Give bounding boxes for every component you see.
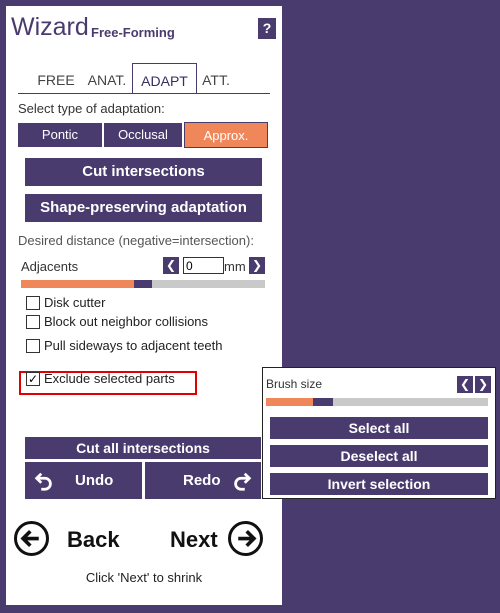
brush-size-slider[interactable] bbox=[266, 398, 488, 406]
tab-anat[interactable]: ANAT. bbox=[84, 66, 130, 92]
brush-slider-handle[interactable] bbox=[313, 398, 333, 406]
back-button[interactable]: Back bbox=[12, 518, 122, 560]
redo-button[interactable]: Redo bbox=[145, 462, 261, 499]
wizard-panel: Wizard Free-Forming ? FREE ANAT. ADAPT A… bbox=[6, 6, 282, 605]
adaptation-prompt: Select type of adaptation: bbox=[18, 101, 165, 116]
brush-size-label: Brush size bbox=[266, 377, 323, 391]
tab-att[interactable]: ATT. bbox=[199, 66, 233, 92]
occlusal-button[interactable]: Occlusal bbox=[104, 123, 182, 147]
approx-button[interactable]: Approx. bbox=[184, 122, 268, 148]
next-button[interactable]: Next bbox=[166, 518, 276, 560]
undo-button[interactable]: Undo bbox=[25, 462, 142, 499]
wizard-title: Wizard bbox=[11, 13, 89, 41]
pull-sideways-label: Pull sideways to adjacent teeth bbox=[44, 338, 223, 353]
distance-slider[interactable] bbox=[21, 280, 265, 288]
next-label: Next bbox=[170, 527, 218, 552]
invert-selection-button[interactable]: Invert selection bbox=[270, 473, 488, 495]
tab-divider bbox=[18, 93, 270, 94]
distance-unit: mm bbox=[224, 259, 246, 274]
distance-increase-button[interactable]: ❯ bbox=[249, 257, 265, 274]
block-out-checkbox[interactable] bbox=[26, 315, 40, 329]
selection-popup: Brush size ❮ ❯ Select all Deselect all I… bbox=[262, 367, 496, 499]
chevron-right-icon: ❯ bbox=[477, 377, 489, 391]
exclude-parts-label: Exclude selected parts bbox=[44, 371, 175, 386]
shape-preserving-button[interactable]: Shape-preserving adaptation bbox=[25, 194, 262, 222]
chevron-left-icon: ❮ bbox=[165, 258, 177, 272]
chevron-right-icon: ❯ bbox=[251, 258, 263, 272]
exclude-parts-checkbox[interactable]: ✓ bbox=[26, 372, 40, 386]
slider-handle[interactable] bbox=[134, 280, 152, 288]
disk-cutter-checkbox[interactable] bbox=[26, 296, 40, 310]
brush-slider-fill bbox=[266, 398, 313, 406]
slider-fill bbox=[21, 280, 134, 288]
back-label: Back bbox=[67, 527, 120, 552]
back-arrow-icon bbox=[14, 521, 49, 556]
next-arrow-icon bbox=[228, 521, 263, 556]
cut-intersections-button[interactable]: Cut intersections bbox=[25, 158, 262, 186]
undo-label: Undo bbox=[75, 472, 114, 489]
next-hint: Click 'Next' to shrink bbox=[85, 570, 203, 585]
deselect-all-button[interactable]: Deselect all bbox=[270, 445, 488, 467]
help-button[interactable]: ? bbox=[258, 18, 276, 39]
tab-free[interactable]: FREE bbox=[32, 66, 80, 92]
checkmark-icon: ✓ bbox=[27, 372, 39, 386]
redo-icon bbox=[234, 472, 252, 491]
disk-cutter-label: Disk cutter bbox=[44, 295, 106, 310]
wizard-subtitle: Free-Forming bbox=[91, 25, 175, 40]
pontic-button[interactable]: Pontic bbox=[18, 123, 102, 147]
block-out-label: Block out neighbor collisions bbox=[44, 314, 209, 329]
cut-all-intersections-button[interactable]: Cut all intersections bbox=[25, 437, 261, 459]
pull-sideways-checkbox[interactable] bbox=[26, 339, 40, 353]
distance-decrease-button[interactable]: ❮ bbox=[163, 257, 179, 274]
distance-input[interactable] bbox=[183, 257, 224, 274]
brush-decrease-button[interactable]: ❮ bbox=[457, 376, 473, 393]
tab-adapt[interactable]: ADAPT bbox=[132, 63, 197, 94]
undo-icon bbox=[34, 472, 52, 491]
brush-increase-button[interactable]: ❯ bbox=[475, 376, 491, 393]
select-all-button[interactable]: Select all bbox=[270, 417, 488, 439]
redo-label: Redo bbox=[183, 472, 221, 489]
distance-label: Desired distance (negative=intersection)… bbox=[18, 233, 254, 248]
chevron-left-icon: ❮ bbox=[459, 377, 471, 391]
adjacents-label: Adjacents bbox=[21, 259, 79, 274]
